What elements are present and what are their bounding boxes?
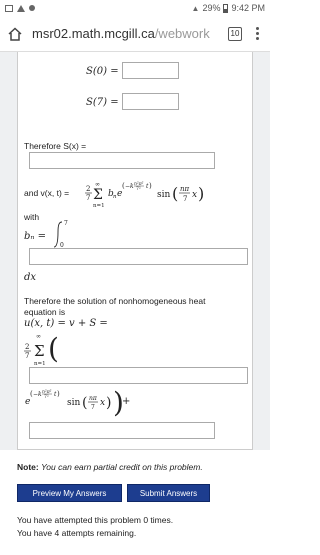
s7-answer-input[interactable]	[122, 93, 179, 110]
svg-text:x: x	[192, 190, 197, 200]
svg-text:(: (	[172, 184, 178, 203]
svg-text:7: 7	[183, 195, 187, 203]
svg-text:x: x	[100, 398, 105, 408]
svg-text:): )	[149, 182, 152, 190]
v-series-expression: 2 7 ∞ Σ n=1 b n e ( −k n²π² 7² t ) sin (…	[85, 181, 204, 209]
u-series-prefix: 2 7 ∞ Σ n=1 (	[24, 332, 59, 366]
battery-icon	[223, 3, 229, 13]
svg-text:7: 7	[91, 404, 95, 411]
svg-text:n=1: n=1	[93, 203, 105, 209]
svg-text:∞: ∞	[36, 333, 41, 340]
svg-text:7: 7	[86, 194, 90, 202]
status-icons-left	[5, 4, 35, 12]
problem-panel: S(0) = S(7) = Therefore S(x) = and v(x, …	[17, 52, 253, 450]
warning-icon	[17, 4, 25, 12]
svg-text:−k: −k	[125, 183, 134, 190]
dx-label: dx	[24, 272, 37, 283]
partial-credit-note: Note: You can earn partial credit on thi…	[17, 462, 203, 472]
url-path: /webwork	[154, 26, 210, 41]
u-coefficient-answer-input[interactable]	[29, 367, 248, 384]
s-of-x-answer-input[interactable]	[29, 152, 215, 169]
solution-text-line2: equation is	[24, 307, 66, 317]
u-equation: u(x, t) = v + S =	[24, 318, 108, 329]
svg-text:sin: sin	[157, 190, 170, 200]
status-bar: ▲ 29% 9:42 PM	[0, 0, 270, 16]
browser-toolbar: msr02.math.mcgill.ca/webwork 10	[0, 16, 270, 52]
svg-text:): )	[57, 390, 60, 398]
s7-label: S(7) =	[86, 97, 119, 108]
svg-text:e: e	[25, 397, 30, 407]
v-series-formula: and v(x, t) = 2 7 ∞ Σ n=1 b n e ( −k n²π…	[24, 180, 248, 210]
battery-percent: 29%	[202, 3, 221, 13]
submit-answers-button[interactable]: Submit Answers	[127, 484, 210, 502]
gallery-icon	[5, 4, 13, 12]
notification-icon	[29, 5, 35, 11]
svg-text:−k: −k	[33, 391, 42, 398]
svg-text:2: 2	[86, 185, 90, 193]
svg-text:7²: 7²	[44, 394, 49, 400]
svg-text:): )	[106, 395, 111, 411]
svg-text:): )	[198, 184, 204, 203]
home-icon[interactable]	[6, 25, 24, 43]
v-eq-label: and v(x, t) =	[24, 188, 70, 198]
solution-text-line1: Therefore the solution of nonhomogeneous…	[24, 296, 206, 306]
s0-answer-input[interactable]	[122, 62, 179, 79]
svg-text:(: (	[48, 332, 59, 365]
therefore-s-text: Therefore S(x) =	[24, 141, 87, 151]
svg-text:Σ: Σ	[93, 187, 103, 203]
svg-text:nπ: nπ	[180, 185, 190, 193]
plus-sign: +	[122, 396, 131, 407]
signal-icon: ▲	[191, 3, 200, 13]
integral-upper-limit: 7	[64, 220, 68, 227]
note-label: Note:	[17, 462, 39, 472]
url-domain: msr02.math.mcgill.ca	[32, 26, 155, 41]
u-exponential-term: e ( −k n²π² 7² t ) sin ( nπ 7 x ) )	[25, 386, 124, 419]
preview-answers-button[interactable]: Preview My Answers	[17, 484, 122, 502]
bn-integral-formula: bₙ = 7 0	[24, 220, 104, 250]
svg-text:e: e	[117, 189, 122, 199]
url-bar[interactable]: msr02.math.mcgill.ca/webwork	[32, 23, 222, 45]
svg-text:(: (	[82, 395, 87, 411]
svg-text:n=1: n=1	[34, 361, 46, 366]
svg-text:2: 2	[25, 343, 29, 351]
note-text: You can earn partial credit on this prob…	[41, 462, 203, 472]
integrand-answer-input[interactable]	[29, 248, 248, 265]
svg-text:nπ: nπ	[89, 395, 98, 402]
attempts-count-text: You have attempted this problem 0 times.	[17, 515, 174, 525]
s-term-answer-input[interactable]	[29, 422, 215, 439]
status-icons-right: ▲ 29% 9:42 PM	[192, 3, 265, 13]
therefore-s-label: Therefore S(x) =	[24, 141, 86, 151]
menu-icon[interactable]	[250, 27, 264, 40]
svg-text:Σ: Σ	[34, 342, 45, 360]
tabs-button[interactable]: 10	[228, 26, 242, 41]
svg-text:7²: 7²	[136, 186, 141, 192]
bn-label: bₙ =	[24, 231, 47, 242]
s0-label: S(0) =	[86, 66, 119, 77]
svg-text:sin: sin	[67, 398, 80, 408]
attempts-remaining-text: You have 4 attempts remaining.	[17, 528, 137, 538]
clock: 9:42 PM	[231, 3, 265, 13]
svg-text:7: 7	[25, 352, 29, 360]
